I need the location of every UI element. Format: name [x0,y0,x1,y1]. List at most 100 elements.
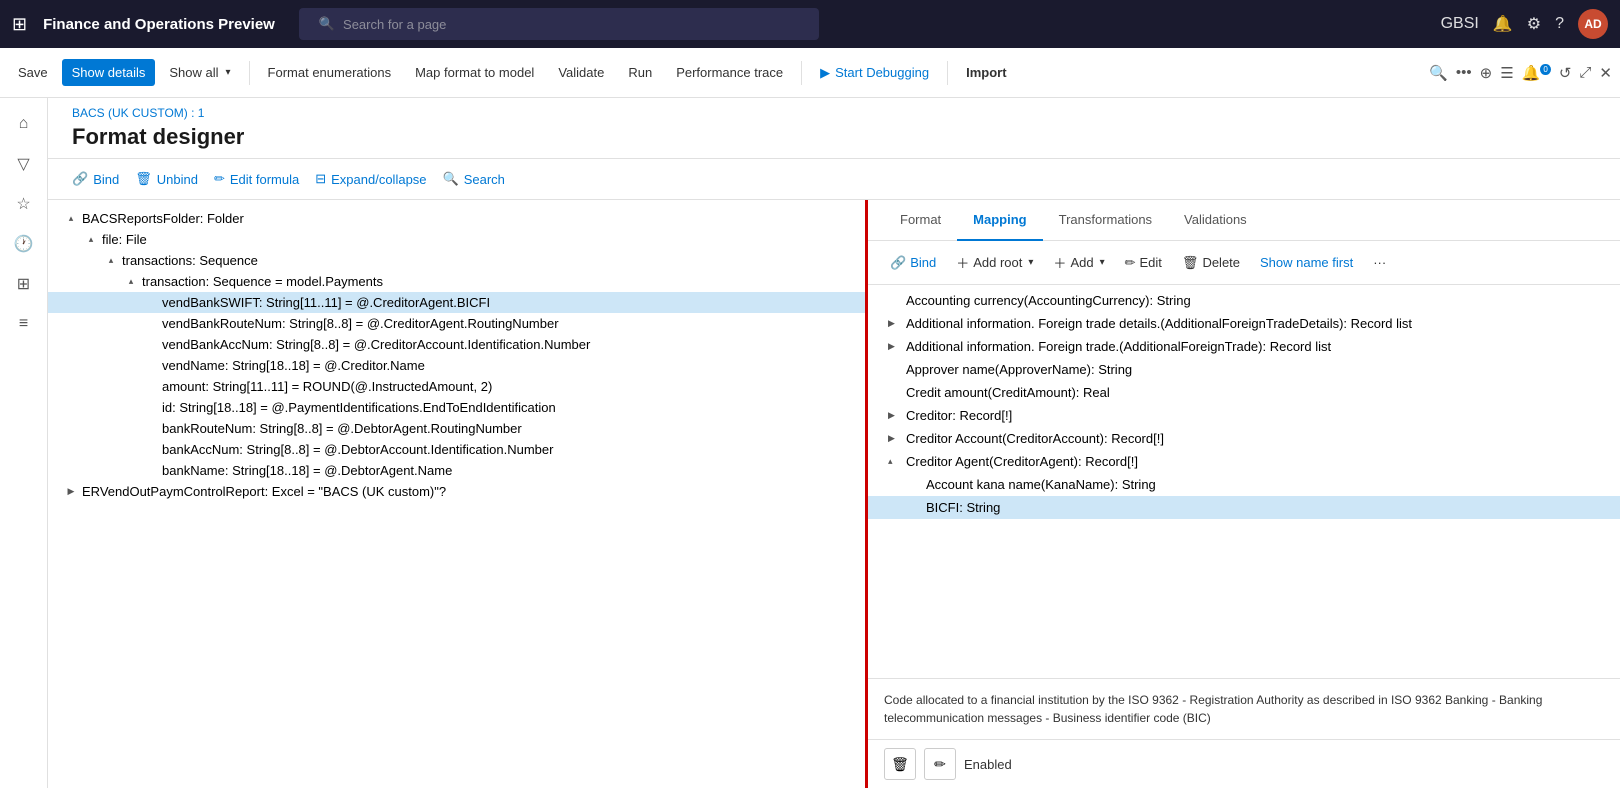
sidebar-history-icon[interactable]: 🕐 [6,226,42,262]
right-tree-item[interactable]: Credit amount(CreditAmount): Real [868,381,1620,404]
sidebar-grid-icon[interactable]: ⊞ [6,266,42,302]
tree-item-label: vendBankRouteNum: String[8..8] = @.Credi… [162,316,559,331]
right-tree-item-label: Credit amount(CreditAmount): Real [906,385,1110,400]
right-bind-button[interactable]: 🔗 Bind [884,251,942,275]
tree-item-label: id: String[18..18] = @.PaymentIdentifica… [162,400,556,415]
right-tree-item[interactable]: BICFI: String [868,496,1620,519]
perf-trace-button[interactable]: Performance trace [666,59,793,86]
tab-validations[interactable]: Validations [1168,200,1263,241]
tree-item[interactable]: bankAccNum: String[8..8] = @.DebtorAccou… [48,439,865,460]
bell-icon[interactable]: 🔔 [1493,14,1513,34]
refresh-icon[interactable]: ↺ [1559,64,1572,82]
tree-item[interactable]: ▴ file: File [48,229,865,250]
sidebar-star-icon[interactable]: ☆ [6,186,42,222]
right-tree-item-label: Accounting currency(AccountingCurrency):… [906,293,1191,308]
show-details-button[interactable]: Show details [62,59,156,86]
bottom-delete-button[interactable]: 🗑 [884,748,916,780]
search-button[interactable]: 🔍 Search [443,167,505,191]
unbind-button[interactable]: 🗑 Unbind [135,167,198,191]
sidebar-filter-icon[interactable]: ▽ [6,146,42,182]
right-tree-item[interactable]: ▴Creditor Agent(CreditorAgent): Record[!… [868,450,1620,473]
content-area: BACS (UK CUSTOM) : 1 Format designer 🔗 B… [48,98,1620,788]
save-button[interactable]: Save [8,59,58,86]
bottom-edit-button[interactable]: ✏ [924,748,956,780]
edit-button[interactable]: ✏ Edit [1119,251,1168,275]
tab-format[interactable]: Format [884,200,957,241]
add-button[interactable]: ＋ Add [1047,249,1110,276]
map-format-button[interactable]: Map format to model [405,59,544,86]
close-icon[interactable]: ✕ [1599,64,1612,82]
tree-item[interactable]: vendBankSWIFT: String[11..11] = @.Credit… [48,292,865,313]
sidebar-home-icon[interactable]: ⌂ [6,106,42,142]
tree-item-label: file: File [102,232,147,247]
tree-item[interactable]: ▴transactions: Sequence [48,250,865,271]
start-debugging-button[interactable]: ▶ Start Debugging [810,59,939,87]
expand-icon: ▴ [124,276,138,287]
right-toolbar: 🔗 Bind ＋ Add root ＋ Add ✏ Edit [868,241,1620,285]
user-avatar[interactable]: AD [1578,9,1608,39]
tree-item[interactable]: ▴BACSReportsFolder: Folder [48,208,865,229]
tree-item[interactable]: vendName: String[18..18] = @.Creditor.Na… [48,355,865,376]
edit-formula-button[interactable]: ✏ Edit formula [214,167,299,191]
expand-collapse-button[interactable]: ⊟ Expand/collapse [315,167,426,191]
expand-icon: ▴ [84,234,98,245]
run-button[interactable]: Run [618,59,662,86]
right-tree-item[interactable]: Account kana name(KanaName): String [868,473,1620,496]
right-tree-item[interactable]: Approver name(ApproverName): String [868,358,1620,381]
settings-icon[interactable]: ⚙ [1527,14,1541,34]
toolbar-settings-icon[interactable]: ⊕ [1480,64,1493,82]
tab-transformations[interactable]: Transformations [1043,200,1168,241]
help-icon[interactable]: ? [1555,15,1564,33]
top-nav-right: GBSI 🔔 ⚙ ? AD [1441,9,1608,39]
grid-icon[interactable]: ⊞ [12,14,27,35]
tree-item[interactable]: bankName: String[18..18] = @.DebtorAgent… [48,460,865,481]
delete-button[interactable]: 🗑 Delete [1176,251,1246,275]
show-name-first-button[interactable]: Show name first [1254,251,1359,274]
validate-button[interactable]: Validate [548,59,614,86]
tree-item-label: amount: String[11..11] = ROUND(@.Instruc… [162,379,492,394]
right-tree-item[interactable]: ▶Creditor Account(CreditorAccount): Reco… [868,427,1620,450]
show-all-button[interactable]: Show all [159,59,240,86]
expand-icon: ▶ [888,410,902,421]
tree-item-label: bankAccNum: String[8..8] = @.DebtorAccou… [162,442,553,457]
toolbar-more-icon[interactable]: ••• [1456,64,1472,81]
right-tree-item-label: Additional information. Foreign trade de… [906,316,1412,331]
tree-item[interactable]: ▶ERVendOutPaymControlReport: Excel = "BA… [48,481,865,502]
bind-button[interactable]: 🔗 Bind [72,167,119,191]
top-search-bar[interactable]: 🔍 Search for a page [299,8,819,40]
expand-collapse-icon: ⊟ [315,171,326,187]
import-button[interactable]: Import [956,59,1016,86]
tree-item[interactable]: amount: String[11..11] = ROUND(@.Instruc… [48,376,865,397]
search-sub-icon: 🔍 [443,171,459,187]
tree-item-label: bankRouteNum: String[8..8] = @.DebtorAge… [162,421,522,436]
right-tree-item-label: Creditor: Record[!] [906,408,1012,423]
tree-item-label: transaction: Sequence = model.Payments [142,274,383,289]
notif-badge-icon[interactable]: 🔔0 [1522,64,1551,82]
tree-item[interactable]: vendBankAccNum: String[8..8] = @.Credito… [48,334,865,355]
right-tree: Accounting currency(AccountingCurrency):… [868,285,1620,678]
sidebar-list-icon[interactable]: ≡ [6,306,42,342]
right-tabs: FormatMappingTransformationsValidations [868,200,1620,241]
expand-icon[interactable]: ⤢ [1579,64,1591,81]
tab-mapping[interactable]: Mapping [957,200,1042,241]
add-root-button[interactable]: ＋ Add root [950,249,1039,276]
tree-item[interactable]: ▴ transaction: Sequence = model.Payments [48,271,865,292]
expand-icon: ▶ [64,486,78,497]
description-text: Code allocated to a financial institutio… [884,693,1542,725]
right-panel: FormatMappingTransformationsValidations … [868,200,1620,788]
tree-item[interactable]: id: String[18..18] = @.PaymentIdentifica… [48,397,865,418]
breadcrumb: BACS (UK CUSTOM) : 1 [72,106,1596,120]
debug-icon: ▶ [820,65,830,81]
tree-item[interactable]: vendBankRouteNum: String[8..8] = @.Credi… [48,313,865,334]
toolbar-search-icon[interactable]: 🔍 [1429,64,1448,82]
right-tree-item[interactable]: Accounting currency(AccountingCurrency):… [868,289,1620,312]
tree-item[interactable]: bankRouteNum: String[8..8] = @.DebtorAge… [48,418,865,439]
toolbar-sidebar-icon[interactable]: ☰ [1500,64,1513,82]
right-tree-item[interactable]: ▶Additional information. Foreign trade d… [868,312,1620,335]
right-tree-item[interactable]: ▶Additional information. Foreign trade.(… [868,335,1620,358]
more-options-button[interactable]: ··· [1367,251,1392,274]
page-title: Format designer [72,124,1596,150]
status-badge: Enabled [964,757,1012,772]
format-enums-button[interactable]: Format enumerations [258,59,402,86]
right-tree-item[interactable]: ▶ Creditor: Record[!] [868,404,1620,427]
